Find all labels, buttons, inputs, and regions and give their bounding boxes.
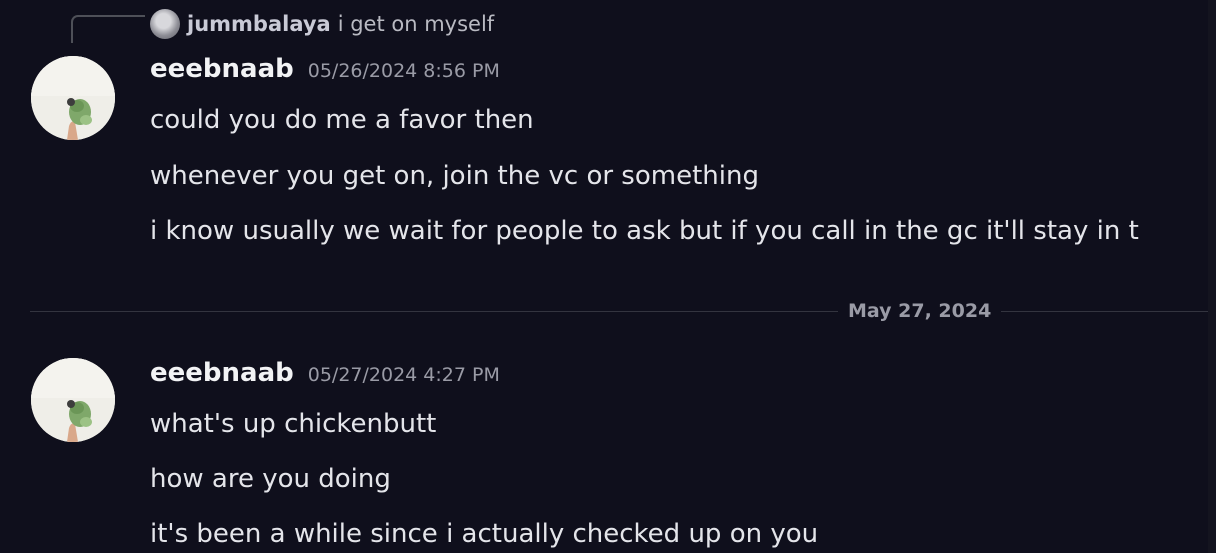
avatar[interactable] [31, 358, 115, 442]
reply-avatar-icon[interactable] [150, 9, 180, 39]
message-header: eeebnaab 05/27/2024 4:27 PM [150, 358, 500, 398]
message-timestamp[interactable]: 05/27/2024 4:27 PM [308, 364, 500, 386]
reply-author[interactable]: jummbalaya [187, 12, 331, 36]
message-author[interactable]: eeebnaab [150, 54, 294, 84]
reply-text[interactable]: i get on myself [338, 12, 494, 36]
message-line[interactable]: could you do me a favor then [150, 102, 534, 138]
message-author[interactable]: eeebnaab [150, 358, 294, 388]
scrollbar[interactable] [1208, 0, 1216, 553]
message-line[interactable]: how are you doing [150, 461, 391, 497]
reply-connector-line [71, 15, 145, 43]
message-timestamp[interactable]: 05/26/2024 8:56 PM [308, 60, 500, 82]
date-divider-line [30, 311, 1216, 312]
date-divider-label: May 27, 2024 [838, 296, 1002, 326]
message-line[interactable]: whenever you get on, join the vc or some… [150, 158, 759, 194]
message-header: eeebnaab 05/26/2024 8:56 PM [150, 54, 500, 94]
message-line[interactable]: it's been a while since i actually check… [150, 516, 818, 552]
reply-reference[interactable]: jummbalaya i get on myself [150, 8, 494, 40]
message-line[interactable]: i know usually we wait for people to ask… [150, 213, 1139, 249]
message-line[interactable]: what's up chickenbutt [150, 406, 436, 442]
chat-messages: jummbalaya i get on myself eeebnaab 05/2… [0, 0, 1216, 553]
avatar[interactable] [31, 56, 115, 140]
